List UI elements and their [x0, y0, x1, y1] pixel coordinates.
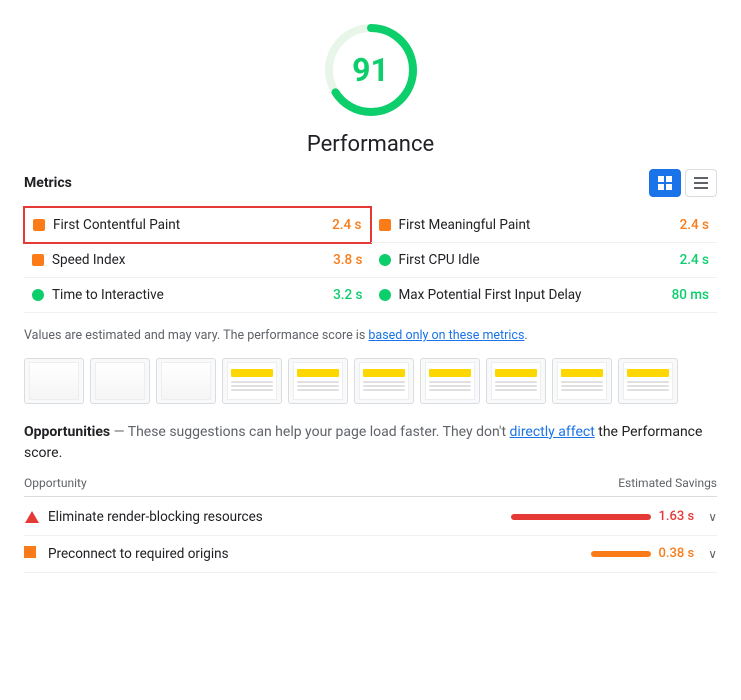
metric-dot-fci	[379, 254, 391, 266]
metric-dot-si	[32, 254, 44, 266]
metric-dot-fcp	[33, 219, 45, 231]
metric-name-fmp: First Meaningful Paint	[399, 217, 672, 233]
opp-col-savings: Estimated Savings	[618, 476, 717, 490]
metric-row-fmp: First Meaningful Paint 2.4 s	[371, 207, 718, 243]
opp-item-eliminate-render-blocking[interactable]: Eliminate render-blocking resources1.63 …	[24, 499, 717, 536]
view-toggle	[649, 169, 717, 197]
directly-affect-link[interactable]: directly affect	[510, 424, 595, 440]
thumbnail-5[interactable]	[354, 358, 414, 404]
list-icon	[694, 177, 708, 189]
metric-dot-mpfid	[379, 289, 391, 301]
metrics-title: Metrics	[24, 175, 72, 191]
metric-dot-tti	[32, 289, 44, 301]
metric-name-fcp: First Contentful Paint	[53, 217, 324, 233]
thumbnail-8[interactable]	[552, 358, 612, 404]
thumbnail-9[interactable]	[618, 358, 678, 404]
opp-name-preconnect: Preconnect to required origins	[48, 546, 591, 562]
notice-text2: .	[524, 328, 527, 343]
opp-bar-container-eliminate-render-blocking: 1.63 s ∨	[511, 509, 718, 524]
opp-bar-preconnect	[591, 551, 651, 557]
metric-name-si: Speed Index	[52, 252, 325, 268]
opp-header-gray: — These suggestions can help your page l…	[110, 424, 509, 440]
list-view-button[interactable]	[685, 169, 717, 197]
metric-name-mpfid: Max Potential First Input Delay	[399, 287, 664, 303]
metric-value-fcp: 2.4 s	[332, 217, 361, 233]
thumbnail-6[interactable]	[420, 358, 480, 404]
metric-dot-fmp	[379, 219, 391, 231]
metric-value-si: 3.8 s	[333, 252, 362, 268]
thumbnail-7[interactable]	[486, 358, 546, 404]
opp-col-opportunity: Opportunity	[24, 476, 87, 490]
score-section: 91 Performance	[24, 20, 717, 157]
thumbnail-2[interactable]	[156, 358, 216, 404]
score-value: 91	[352, 51, 389, 89]
metrics-header: Metrics	[24, 169, 717, 197]
opp-name-eliminate-render-blocking: Eliminate render-blocking resources	[48, 509, 511, 525]
opp-icon-preconnect	[24, 546, 40, 562]
opp-table-header: Opportunity Estimated Savings	[24, 470, 717, 497]
notice-text1: Values are estimated and may vary. The p…	[24, 328, 368, 343]
metrics-notice: Values are estimated and may vary. The p…	[24, 327, 717, 346]
thumbnail-1[interactable]	[90, 358, 150, 404]
thumbnails-strip	[24, 358, 717, 404]
opportunities-list: Eliminate render-blocking resources1.63 …	[24, 499, 717, 573]
metric-name-tti: Time to Interactive	[52, 287, 325, 303]
metric-row-fcp: First Contentful Paint 2.4 s	[23, 206, 372, 244]
opp-expand-eliminate-render-blocking[interactable]: ∨	[708, 510, 717, 524]
grid-view-button[interactable]	[649, 169, 681, 197]
metric-row-si: Speed Index 3.8 s	[24, 243, 371, 278]
metric-value-fmp: 2.4 s	[680, 217, 709, 233]
metrics-grid: First Contentful Paint2.4 sFirst Meaning…	[24, 207, 717, 313]
metric-row-fci: First CPU Idle 2.4 s	[371, 243, 718, 278]
opp-item-preconnect[interactable]: Preconnect to required origins 0.38 s ∨	[24, 536, 717, 573]
metric-value-fci: 2.4 s	[680, 252, 709, 268]
opp-savings-preconnect: 0.38 s	[659, 546, 695, 561]
metric-name-fci: First CPU Idle	[399, 252, 672, 268]
opp-header-bold: Opportunities	[24, 424, 110, 440]
thumbnail-3[interactable]	[222, 358, 282, 404]
metric-value-tti: 3.2 s	[333, 287, 362, 303]
thumbnail-4[interactable]	[288, 358, 348, 404]
metric-value-mpfid: 80 ms	[672, 287, 709, 303]
performance-title: Performance	[307, 132, 434, 157]
score-circle: 91	[321, 20, 421, 120]
opp-savings-eliminate-render-blocking: 1.63 s	[659, 509, 695, 524]
metrics-link[interactable]: based only on these metrics	[368, 328, 524, 343]
opportunities-header: Opportunities — These suggestions can he…	[24, 422, 717, 464]
metric-row-mpfid: Max Potential First Input Delay 80 ms	[371, 278, 718, 313]
grid-icon	[658, 176, 672, 190]
opp-expand-preconnect[interactable]: ∨	[708, 547, 717, 561]
opp-icon-eliminate-render-blocking	[24, 509, 40, 525]
thumbnail-0[interactable]	[24, 358, 84, 404]
opp-bar-container-preconnect: 0.38 s ∨	[591, 546, 718, 561]
metric-row-tti: Time to Interactive 3.2 s	[24, 278, 371, 313]
opp-bar-eliminate-render-blocking	[511, 514, 651, 520]
